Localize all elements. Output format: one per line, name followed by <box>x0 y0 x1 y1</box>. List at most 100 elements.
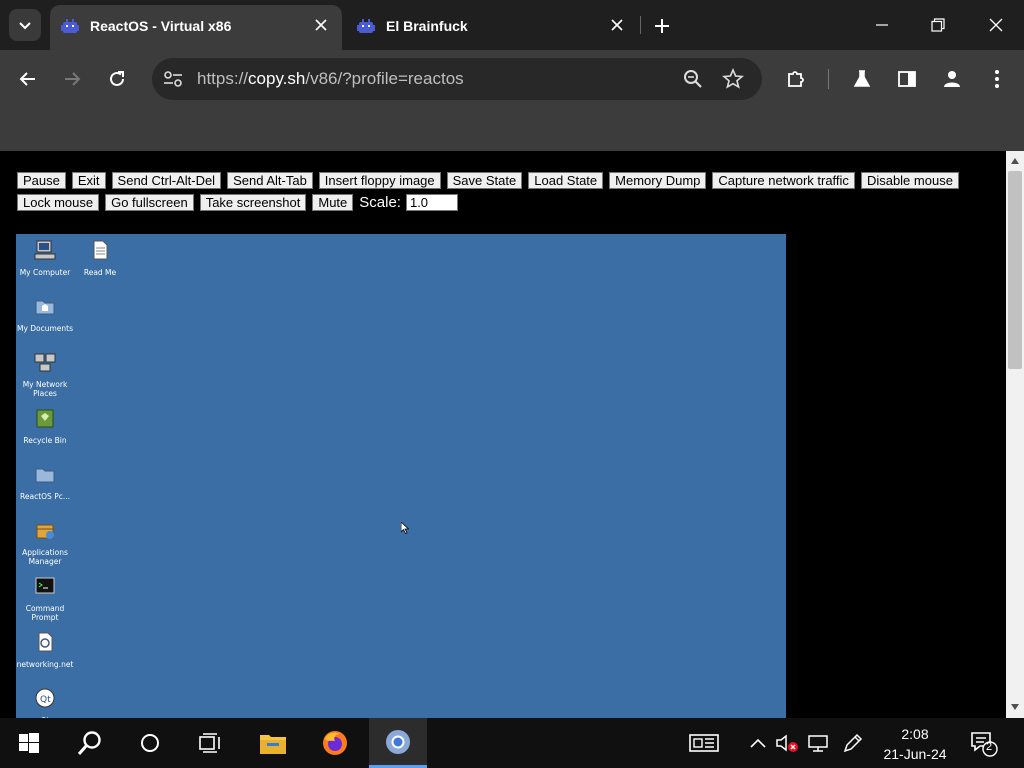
network-file-icon <box>38 632 53 652</box>
folder-documents-icon <box>35 300 55 315</box>
save-state-button[interactable]: Save State <box>446 171 523 189</box>
tab-title: El Brainfuck <box>386 18 468 34</box>
clock-time: 2:08 <box>901 726 929 742</box>
news-widget-button[interactable] <box>687 732 721 754</box>
notifications-button[interactable]: 2 <box>970 730 1000 758</box>
reload-button[interactable] <box>104 66 130 92</box>
v86-favicon-icon <box>61 19 79 33</box>
minimize-button[interactable] <box>869 12 895 38</box>
volume-muted-icon <box>776 734 798 752</box>
start-button[interactable] <box>0 718 58 768</box>
tab-reactos[interactable]: ReactOS - Virtual x86 <box>50 5 342 50</box>
tab-el-brainfuck[interactable]: El Brainfuck <box>346 5 638 50</box>
windows-taskbar: 2:08 21-Jun-24 2 <box>0 718 1024 768</box>
desktop-icon-recycle-bin[interactable]: Recycle Bin <box>16 407 74 445</box>
scroll-up-arrow-icon[interactable] <box>1010 156 1020 166</box>
desktop-icon-applications-manager[interactable]: Applications Manager <box>16 519 74 566</box>
network-status-button[interactable] <box>806 732 830 754</box>
tab-search-button[interactable] <box>9 9 41 41</box>
tab-divider <box>640 16 641 34</box>
browser-toolbar: https://copy.sh/v86/?profile=reactos <box>0 50 1024 110</box>
pen-icon <box>843 733 863 753</box>
mute-button[interactable]: Mute <box>312 193 354 211</box>
new-tab-button[interactable] <box>650 14 674 38</box>
controls-row-1: Pause Exit Send Ctrl-Alt-Del Send Alt-Ta… <box>17 171 977 189</box>
desktop-icon-my-computer[interactable]: My Computer <box>16 239 74 277</box>
labs-button[interactable] <box>849 66 875 92</box>
reload-icon <box>110 71 124 86</box>
news-icon <box>689 734 719 752</box>
zoom-icon[interactable] <box>682 68 704 90</box>
search-icon <box>77 731 101 755</box>
send-alt-tab-button[interactable]: Send Alt-Tab <box>227 171 313 189</box>
capture-network-button[interactable]: Capture network traffic <box>712 171 855 189</box>
desktop-icon-networking[interactable]: networking.net <box>16 631 74 669</box>
page-scrollbar[interactable] <box>1006 151 1024 718</box>
console-icon <box>35 577 55 594</box>
take-screenshot-button[interactable]: Take screenshot <box>199 193 307 211</box>
flask-icon <box>853 70 871 87</box>
search-button[interactable] <box>61 718 119 768</box>
bookmark-bar <box>0 110 1024 151</box>
close-tab-icon[interactable] <box>608 16 626 34</box>
url-text: https://copy.sh/v86/?profile=reactos <box>197 69 464 88</box>
notification-count-badge: 2 <box>986 741 993 753</box>
show-hidden-icons-button[interactable] <box>746 732 770 754</box>
notification-icon <box>971 732 998 757</box>
system-clock[interactable]: 2:08 21-Jun-24 <box>878 724 952 764</box>
memory-dump-button[interactable]: Memory Dump <box>609 171 707 189</box>
chrome-button[interactable] <box>369 718 427 768</box>
clock-date: 21-Jun-24 <box>883 746 947 762</box>
volume-button[interactable] <box>775 732 799 754</box>
send-ctrl-alt-del-button[interactable]: Send Ctrl-Alt-Del <box>111 171 222 189</box>
arrow-left-icon <box>19 72 35 86</box>
desktop-icon-read-me[interactable]: Read Me <box>71 239 129 277</box>
lock-mouse-button[interactable]: Lock mouse <box>17 193 100 211</box>
side-panel-button[interactable] <box>894 66 920 92</box>
arrow-right-icon <box>65 72 81 86</box>
desktop-icon-qt[interactable]: Qt Qt <box>16 687 74 718</box>
more-vert-icon <box>995 70 999 88</box>
desktop-icon-command-prompt[interactable]: Command Prompt <box>16 575 74 622</box>
site-settings-icon <box>164 71 182 87</box>
profile-button[interactable] <box>939 66 965 92</box>
desktop-icon-reactos-folder[interactable]: ReactOS Pc... <box>16 463 74 501</box>
tab-title: ReactOS - Virtual x86 <box>90 18 232 34</box>
extensions-button[interactable] <box>783 66 809 92</box>
close-window-button[interactable] <box>983 12 1009 38</box>
cortana-button[interactable] <box>121 718 179 768</box>
pen-menu-button[interactable] <box>841 732 865 754</box>
network-icon <box>34 353 56 372</box>
insert-floppy-button[interactable]: Insert floppy image <box>318 171 441 189</box>
desktop-icon-my-documents[interactable]: My Documents <box>16 295 74 333</box>
go-fullscreen-button[interactable]: Go fullscreen <box>105 193 194 211</box>
close-tab-icon[interactable] <box>312 16 330 34</box>
file-explorer-button[interactable] <box>244 718 302 768</box>
qt-icon: Qt <box>35 688 55 708</box>
task-view-button[interactable] <box>181 718 239 768</box>
vm-screen[interactable]: My Computer Read Me My Documents My Netw… <box>16 234 786 718</box>
menu-button[interactable] <box>984 66 1010 92</box>
disable-mouse-button[interactable]: Disable mouse <box>860 171 959 189</box>
load-state-button[interactable]: Load State <box>528 171 604 189</box>
desktop-icon-network-places[interactable]: My Network Places <box>16 351 74 398</box>
address-bar[interactable]: https://copy.sh/v86/?profile=reactos <box>152 58 762 100</box>
firefox-button[interactable] <box>306 718 364 768</box>
browser-tab-strip: ReactOS - Virtual x86 El Brainfuck <box>0 0 1024 50</box>
scroll-thumb[interactable] <box>1008 171 1022 369</box>
minimize-icon <box>876 24 888 26</box>
chevron-down-icon <box>19 22 31 30</box>
exit-button[interactable]: Exit <box>71 171 106 189</box>
restore-button[interactable] <box>925 12 951 38</box>
package-icon <box>36 524 54 539</box>
pause-button[interactable]: Pause <box>17 171 66 189</box>
bookmark-star-icon[interactable] <box>722 68 744 90</box>
close-icon <box>989 18 1003 32</box>
puzzle-icon <box>788 71 804 87</box>
person-icon <box>944 71 960 87</box>
forward-button[interactable] <box>59 66 85 92</box>
task-view-icon <box>199 733 220 753</box>
scale-input[interactable] <box>405 193 458 211</box>
back-button[interactable] <box>15 66 41 92</box>
scroll-down-arrow-icon[interactable] <box>1010 702 1020 712</box>
